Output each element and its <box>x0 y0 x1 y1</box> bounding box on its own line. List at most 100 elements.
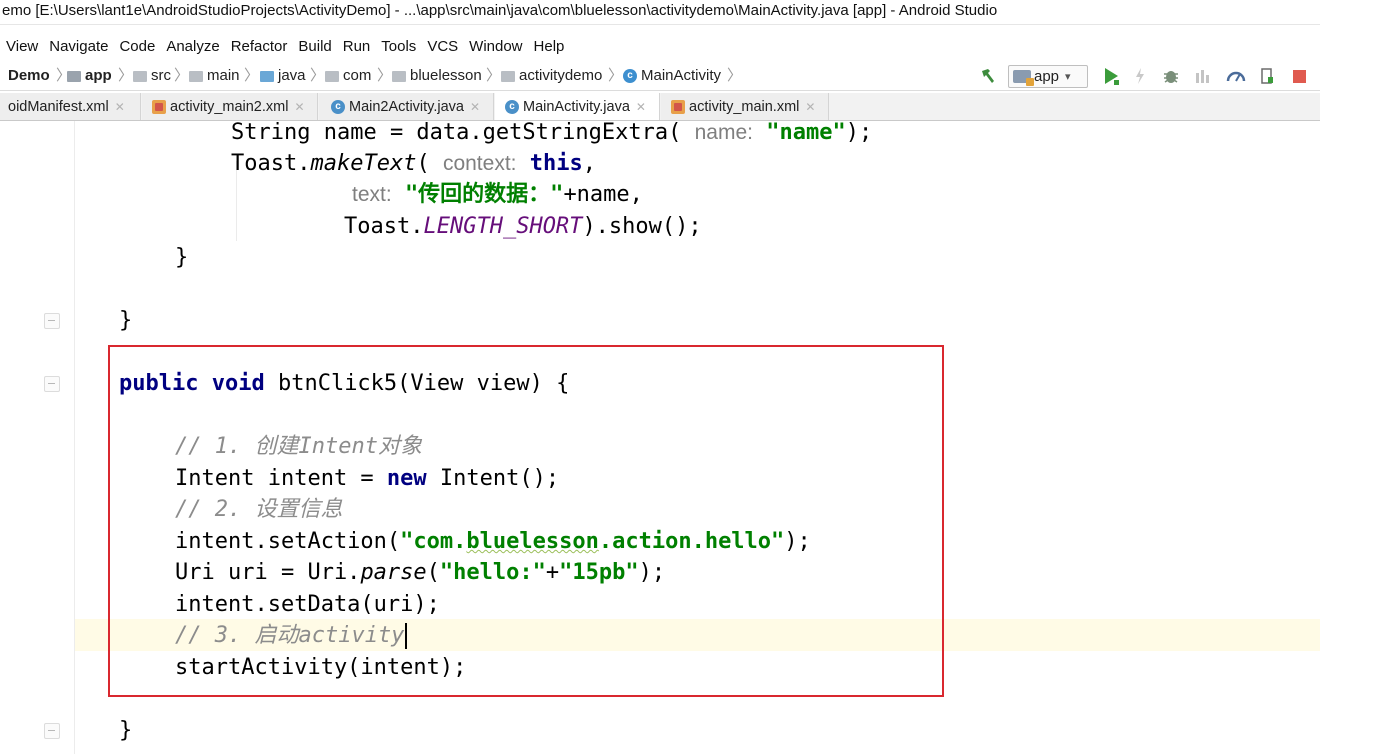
breadcrumb-src[interactable]: src <box>133 62 171 90</box>
breadcrumb-label: app <box>85 67 112 84</box>
parameter-hint: name: <box>694 121 753 144</box>
breadcrumb-separator: 〉 <box>727 67 743 84</box>
breadcrumb-label: bluelesson <box>410 67 482 84</box>
breadcrumb-label: src <box>151 67 171 84</box>
class-icon: c <box>505 99 519 114</box>
code-line: } <box>119 718 133 743</box>
menu-navigate[interactable]: Navigate <box>49 34 108 60</box>
profile-icon[interactable] <box>1225 66 1247 86</box>
android-config-icon <box>1013 70 1034 86</box>
menu-help[interactable]: Help <box>534 34 565 60</box>
breadcrumb-label: activitydemo <box>519 67 603 84</box>
breadcrumb-separator: 〉 <box>174 67 190 84</box>
string-literal: "传回的数据：" <box>404 182 564 207</box>
code-editor[interactable]: String name = data.getStringExtra( name:… <box>0 121 1320 754</box>
parameter-hint: text: <box>352 183 392 206</box>
code-token: +name, <box>563 182 643 207</box>
attach-debugger-icon[interactable] <box>1258 66 1276 86</box>
code-line: text: "传回的数据："+name, <box>352 179 643 210</box>
close-icon[interactable]: ✕ <box>805 100 815 114</box>
run-with-coverage-icon[interactable] <box>1193 66 1213 86</box>
window-title: emo [E:\Users\lant1e\AndroidStudioProjec… <box>2 2 998 19</box>
menu-code[interactable]: Code <box>119 34 155 60</box>
tab-main2activity-java[interactable]: c Main2Activity.java ✕ <box>319 93 494 120</box>
class-icon: c <box>331 99 345 114</box>
editor-gutter <box>0 121 75 754</box>
tab-activity-main-xml[interactable]: activity_main.xml ✕ <box>661 93 829 120</box>
chevron-down-icon: ▾ <box>1065 71 1071 83</box>
source-folder-icon <box>260 70 274 82</box>
string-literal: "name" <box>766 121 846 145</box>
menu-analyze[interactable]: Analyze <box>166 34 219 60</box>
code-token: ).show(); <box>582 214 702 239</box>
code-line: Toast.LENGTH_SHORT).show(); <box>344 211 702 242</box>
navigation-bar: Demo 〉 app 〉 src 〉 main 〉 java 〉 com 〉 b… <box>0 62 1320 91</box>
breadcrumb-project[interactable]: Demo <box>8 62 50 90</box>
code-token: , <box>582 151 596 176</box>
tab-label: oidManifest.xml <box>8 98 109 115</box>
menu-window[interactable]: Window <box>469 34 522 60</box>
code-token: Toast. <box>231 151 311 176</box>
breadcrumb-mainactivity[interactable]: c MainActivity <box>623 62 721 90</box>
breadcrumb-separator: 〉 <box>486 67 502 84</box>
close-icon[interactable]: ✕ <box>470 100 480 114</box>
code-token: String name = data.getStringExtra( <box>231 121 695 145</box>
make-project-hammer-icon[interactable] <box>978 66 998 86</box>
debug-icon[interactable] <box>1161 66 1181 86</box>
breadcrumb-label: main <box>207 67 240 84</box>
tab-androidmanifest[interactable]: oidManifest.xml ✕ <box>0 93 141 120</box>
breadcrumb-java[interactable]: java <box>260 62 306 90</box>
editor-tab-bar: oidManifest.xml ✕ activity_main2.xml ✕ c… <box>0 93 1320 121</box>
run-config-label: app <box>1034 68 1060 85</box>
parameter-hint: context: <box>442 152 517 175</box>
menu-tools[interactable]: Tools <box>381 34 416 60</box>
menu-vcs[interactable]: VCS <box>427 34 458 60</box>
close-icon[interactable]: ✕ <box>294 100 304 114</box>
run-icon[interactable] <box>1100 66 1122 86</box>
breadcrumb-label: MainActivity <box>641 67 722 84</box>
stop-icon[interactable] <box>1290 66 1308 86</box>
window-title-bar: emo [E:\Users\lant1e\AndroidStudioProjec… <box>0 0 1320 25</box>
code-line: String name = data.getStringExtra( name:… <box>231 121 872 148</box>
run-configuration-dropdown[interactable]: app ▾ <box>1008 65 1088 88</box>
folder-icon <box>189 70 203 82</box>
fold-marker-icon[interactable] <box>44 376 60 392</box>
code-line: } <box>119 308 133 333</box>
package-icon <box>501 70 515 82</box>
code-token: ( <box>416 151 443 176</box>
breadcrumb-separator: 〉 <box>608 67 624 84</box>
package-icon <box>392 70 406 82</box>
tab-activity-main2-xml[interactable]: activity_main2.xml ✕ <box>142 93 318 120</box>
annotation-highlight-box <box>108 345 944 697</box>
menu-build[interactable]: Build <box>298 34 331 60</box>
breadcrumb-separator: 〉 <box>377 67 393 84</box>
menu-bar: View Navigate Code Analyze Refactor Build Run T… <box>0 34 1320 60</box>
menu-run[interactable]: Run <box>343 34 371 60</box>
close-icon[interactable]: ✕ <box>115 100 125 114</box>
fold-marker-icon[interactable] <box>44 723 60 739</box>
breadcrumb-main[interactable]: main <box>189 62 240 90</box>
layout-xml-icon <box>152 99 166 114</box>
close-icon[interactable]: ✕ <box>636 100 646 114</box>
breadcrumb-activitydemo[interactable]: activitydemo <box>501 62 602 90</box>
breadcrumb-app[interactable]: app <box>67 62 112 90</box>
code-token: Toast. <box>344 214 424 239</box>
static-constant: LENGTH_SHORT <box>423 214 583 239</box>
tab-label: MainActivity.java <box>523 98 630 115</box>
menu-refactor[interactable]: Refactor <box>231 34 288 60</box>
fold-marker-icon[interactable] <box>44 313 60 329</box>
breadcrumb-separator: 〉 <box>118 67 134 84</box>
module-icon <box>67 70 81 82</box>
apply-changes-icon[interactable] <box>1131 66 1149 86</box>
breadcrumb-label: java <box>278 67 306 84</box>
static-method: makeText <box>310 151 417 176</box>
class-icon: c <box>623 69 637 83</box>
breadcrumb-bluelesson[interactable]: bluelesson <box>392 62 482 90</box>
code-line: Toast.makeText( context: this, <box>231 148 596 179</box>
menu-view[interactable]: View <box>6 34 38 60</box>
package-icon <box>325 70 339 82</box>
breadcrumb-com[interactable]: com <box>325 62 371 90</box>
tab-label: activity_main2.xml <box>170 98 289 115</box>
tab-mainactivity-java[interactable]: c MainActivity.java ✕ <box>495 93 660 120</box>
keyword: this <box>529 151 583 176</box>
